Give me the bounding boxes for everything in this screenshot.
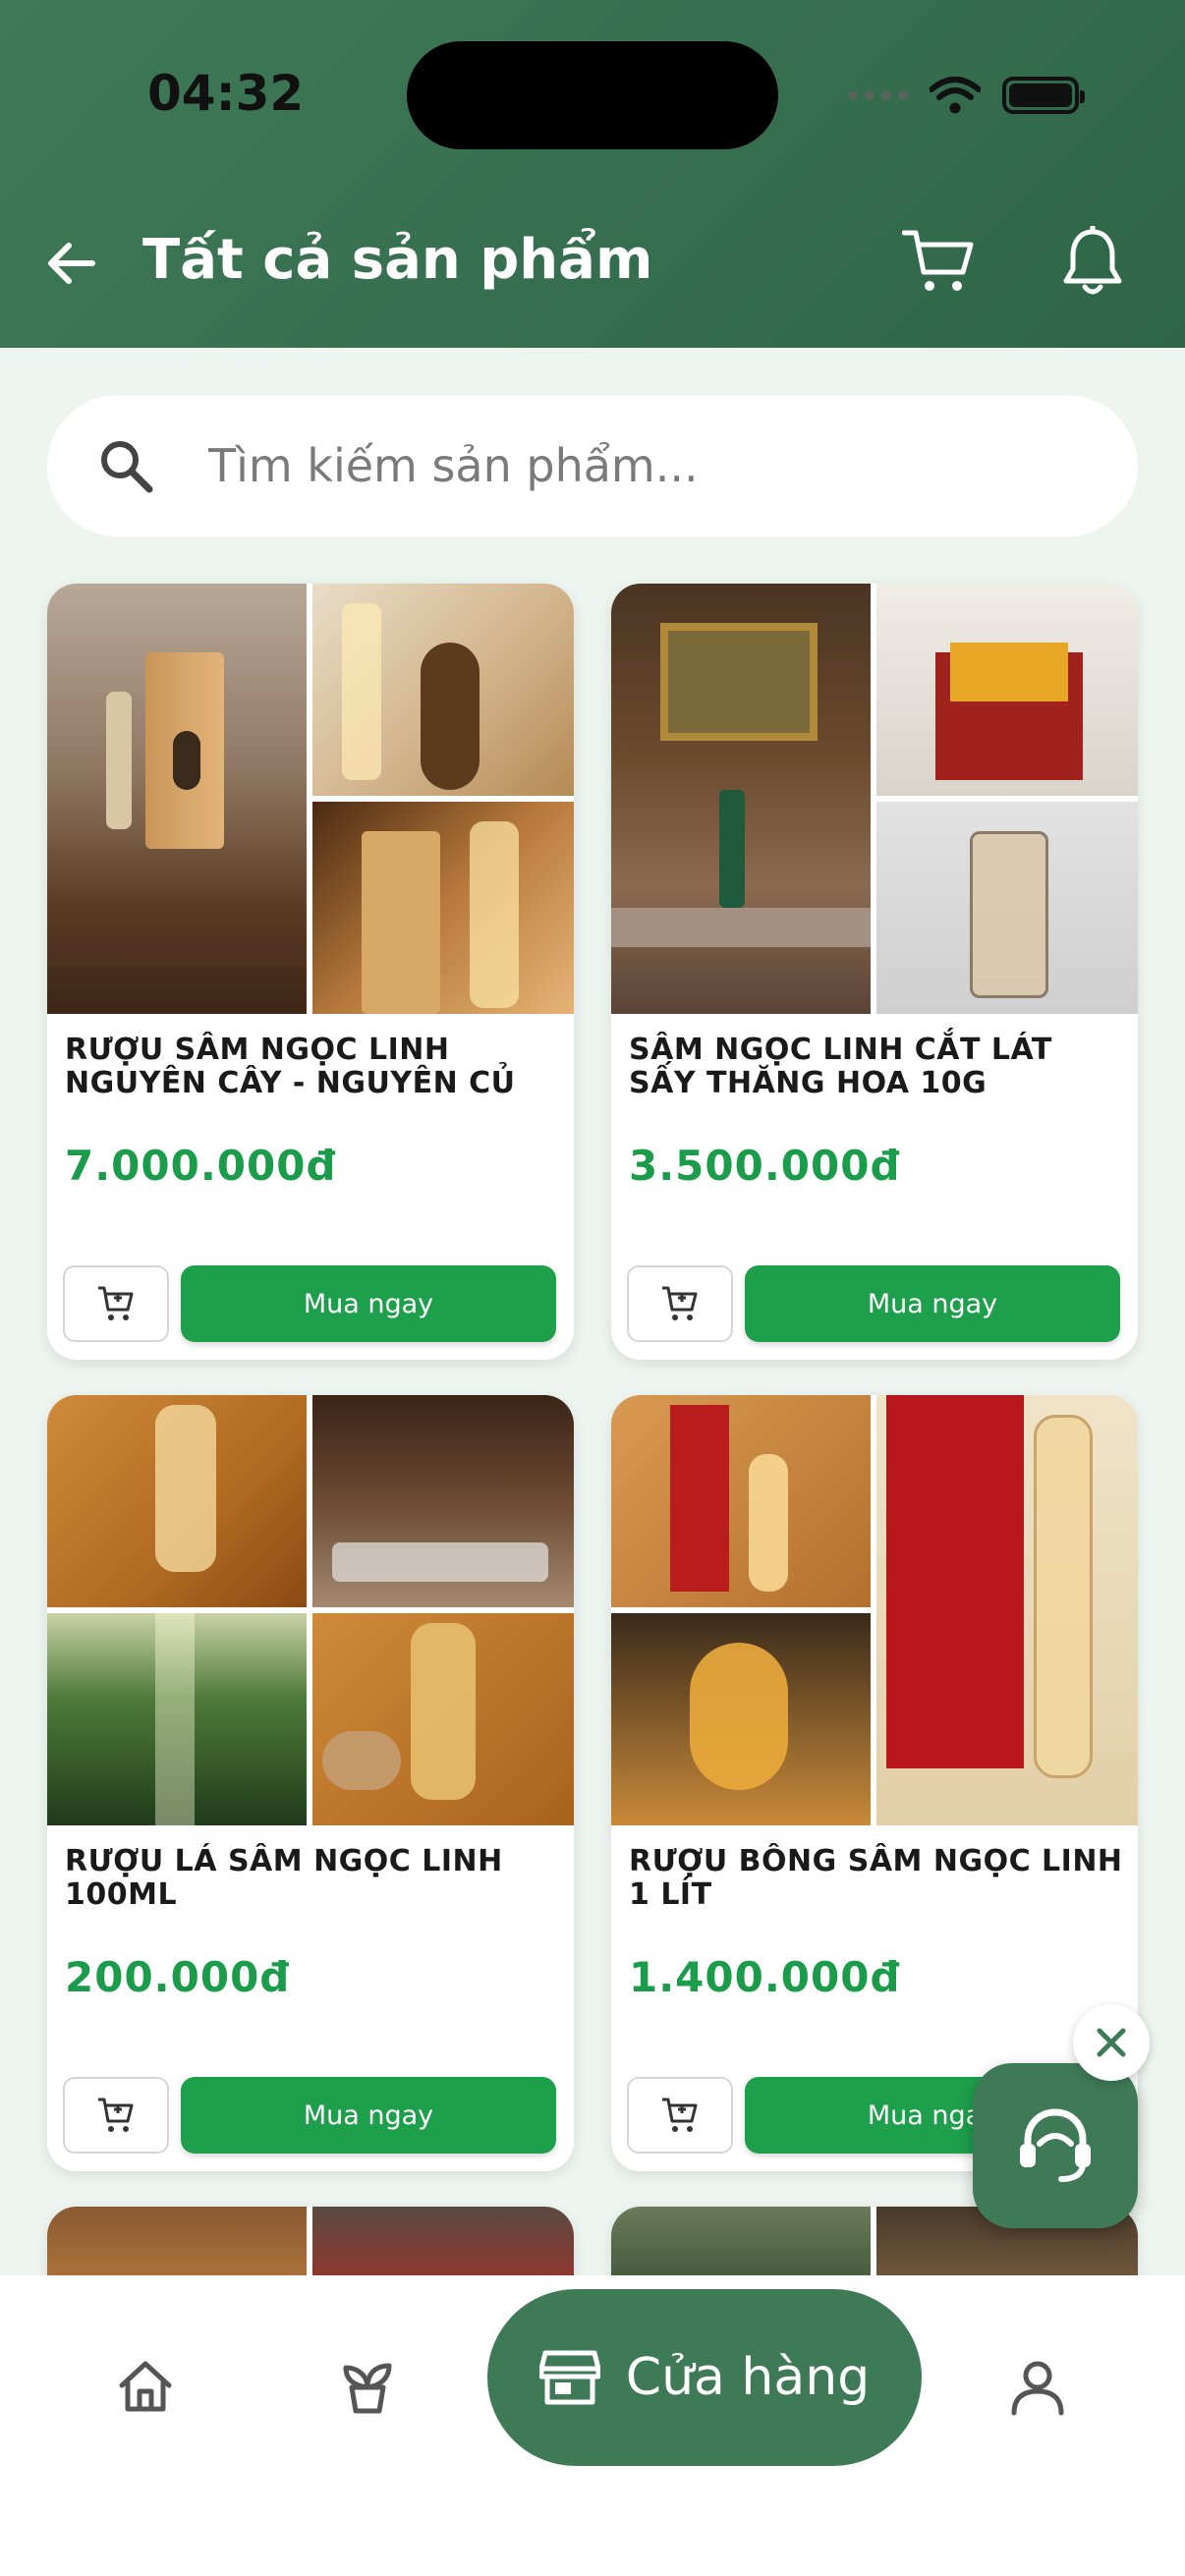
close-support-button[interactable] <box>1073 2004 1150 2081</box>
product-image-collage <box>611 1395 1138 1825</box>
product-image-collage <box>611 584 1138 1014</box>
product-price: 200.000đ <box>65 1953 291 2001</box>
product-name: SÂM NGỌC LINH CẮT LÁT SẤY THĂNG HOA 10G <box>629 1033 1052 1100</box>
battery-icon <box>1002 77 1085 114</box>
cart-icon <box>98 1286 134 1320</box>
add-to-cart-button[interactable] <box>627 2077 733 2154</box>
buy-now-button[interactable]: Mua ngay <box>181 2077 556 2154</box>
nav-home[interactable] <box>106 2348 185 2427</box>
cart-icon <box>902 230 974 291</box>
user-icon <box>1011 2361 1064 2416</box>
arrow-left-icon <box>48 243 95 284</box>
back-button[interactable] <box>39 232 102 295</box>
product-image-collage <box>47 1395 574 1825</box>
cart-button[interactable] <box>899 222 978 301</box>
app-header: 04:32 Tất cả sản phẩm <box>0 0 1185 348</box>
status-time: 04:32 <box>147 65 305 122</box>
store-icon <box>538 2350 600 2405</box>
product-photo <box>876 802 1138 1014</box>
nav-store-label: Cửa hàng <box>625 2348 871 2407</box>
product-photo <box>611 1613 871 1825</box>
product-photo <box>312 1395 574 1607</box>
plant-icon <box>343 2363 392 2414</box>
buy-now-button[interactable]: Mua ngay <box>745 1265 1120 1342</box>
page-title: Tất cả sản phẩm <box>142 228 653 292</box>
add-to-cart-button[interactable] <box>63 2077 169 2154</box>
product-photo <box>47 1395 307 1607</box>
nav-plant[interactable] <box>328 2348 407 2427</box>
buy-now-button[interactable]: Mua ngay <box>181 1265 556 1342</box>
search-input[interactable] <box>208 439 1093 492</box>
product-price: 3.500.000đ <box>629 1142 901 1190</box>
product-photo <box>312 1613 574 1825</box>
nav-profile[interactable] <box>998 2348 1077 2427</box>
product-name: RƯỢU BÔNG SÂM NGỌC LINH 1 LÍT <box>629 1844 1123 1912</box>
close-icon <box>1097 2028 1126 2057</box>
home-icon <box>119 2361 172 2412</box>
product-photo <box>611 584 871 1014</box>
dynamic-island <box>407 41 778 149</box>
product-card[interactable]: RƯỢU BÔNG SÂM NGỌC LINH 1 LÍT 1.400.000đ… <box>611 1395 1138 2171</box>
add-to-cart-button[interactable] <box>63 1265 169 1342</box>
headset-icon <box>1020 2108 1091 2182</box>
product-card[interactable]: RƯỢU LÁ SÂM NGỌC LINH 100ML 200.000đ Mua… <box>47 1395 574 2171</box>
product-card[interactable]: SÂM NGỌC LINH CẮT LÁT SẤY THĂNG HOA 10G … <box>611 584 1138 1360</box>
wifi-icon <box>930 77 981 114</box>
search-icon <box>86 426 165 505</box>
cellular-signal-icon <box>848 90 908 100</box>
search-bar[interactable] <box>47 395 1138 536</box>
product-photo <box>611 1395 871 1607</box>
cart-icon <box>662 1286 698 1320</box>
nav-store[interactable]: Cửa hàng <box>487 2289 922 2466</box>
notification-button[interactable] <box>1053 222 1132 301</box>
product-photo <box>312 584 574 796</box>
support-chat-button[interactable] <box>973 2063 1138 2228</box>
bell-icon <box>1063 226 1122 295</box>
add-to-cart-button[interactable] <box>627 1265 733 1342</box>
product-name: RƯỢU SÂM NGỌC LINH NGUYÊN CÂY - NGUYÊN C… <box>65 1033 516 1100</box>
product-photo <box>47 584 307 1014</box>
product-name: RƯỢU LÁ SÂM NGỌC LINH 100ML <box>65 1844 503 1912</box>
product-photo <box>47 1613 307 1825</box>
product-card[interactable]: RƯỢU SÂM NGỌC LINH NGUYÊN CÂY - NGUYÊN C… <box>47 584 574 1360</box>
product-photo <box>312 802 574 1014</box>
product-image-collage <box>47 584 574 1014</box>
product-price: 1.400.000đ <box>629 1953 901 2001</box>
product-photo <box>876 1395 1138 1825</box>
product-photo <box>876 584 1138 796</box>
status-icons <box>848 71 1085 120</box>
cart-icon <box>98 2098 134 2132</box>
cart-icon <box>662 2098 698 2132</box>
bottom-navigation: Cửa hàng <box>0 2275 1185 2576</box>
product-price: 7.000.000đ <box>65 1142 337 1190</box>
